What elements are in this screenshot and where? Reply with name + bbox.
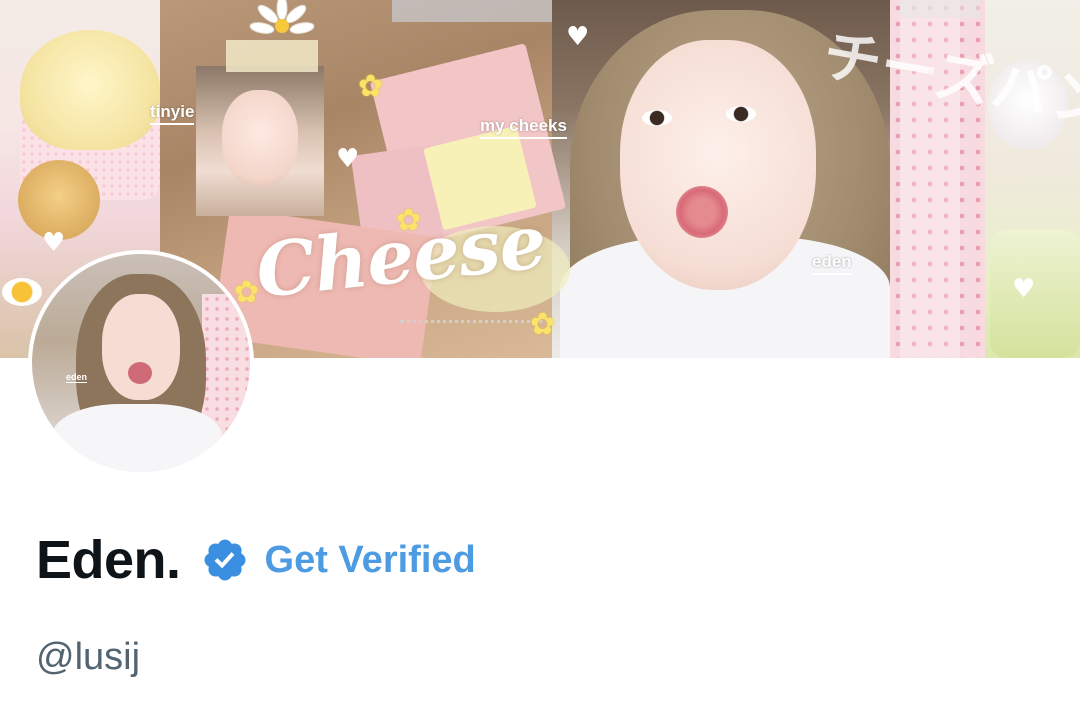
flower-icon: ✿ xyxy=(530,307,556,342)
pixelated-blur xyxy=(226,40,318,72)
flower-icon: ✿ xyxy=(396,203,422,238)
avatar[interactable] xyxy=(32,254,250,472)
profile-name-row: Eden. Get Verified xyxy=(36,528,476,592)
user-handle: @lusij xyxy=(36,636,141,678)
banner-photo xyxy=(222,90,298,186)
daisy-icon xyxy=(249,0,315,34)
avatar-decoration xyxy=(102,294,180,400)
get-verified-link[interactable]: Get Verified xyxy=(265,539,476,582)
pixelated-blur xyxy=(900,0,980,18)
banner-photo xyxy=(676,186,728,238)
avatar-tag: eden xyxy=(66,372,88,383)
avatar-decoration xyxy=(128,362,152,384)
display-name: Eden. xyxy=(36,530,181,590)
banner-decoration xyxy=(2,278,42,306)
flower-icon: ✿ xyxy=(358,69,384,104)
banner-decoration xyxy=(400,320,550,350)
heart-icon: ♥ xyxy=(1012,274,1036,304)
heart-icon: ♥ xyxy=(566,22,590,52)
banner-photo xyxy=(642,110,672,126)
verified-badge-icon[interactable] xyxy=(201,536,249,584)
banner-tag-my-cheeks: my cheeks xyxy=(480,116,567,139)
banner-tag-eden: eden xyxy=(812,252,852,275)
heart-icon: ♥ xyxy=(42,228,66,258)
banner-photo xyxy=(620,40,816,290)
avatar-decoration xyxy=(52,404,222,472)
profile-page: チーズパン Cheese tinyie my cheeks eden ♥ ♥ ♥… xyxy=(0,0,1080,704)
heart-icon: ♥ xyxy=(336,144,360,174)
banner-tag-tinyie: tinyie xyxy=(150,102,195,125)
banner-decoration xyxy=(20,30,160,150)
pixelated-blur xyxy=(392,0,552,22)
banner-photo xyxy=(726,106,756,122)
